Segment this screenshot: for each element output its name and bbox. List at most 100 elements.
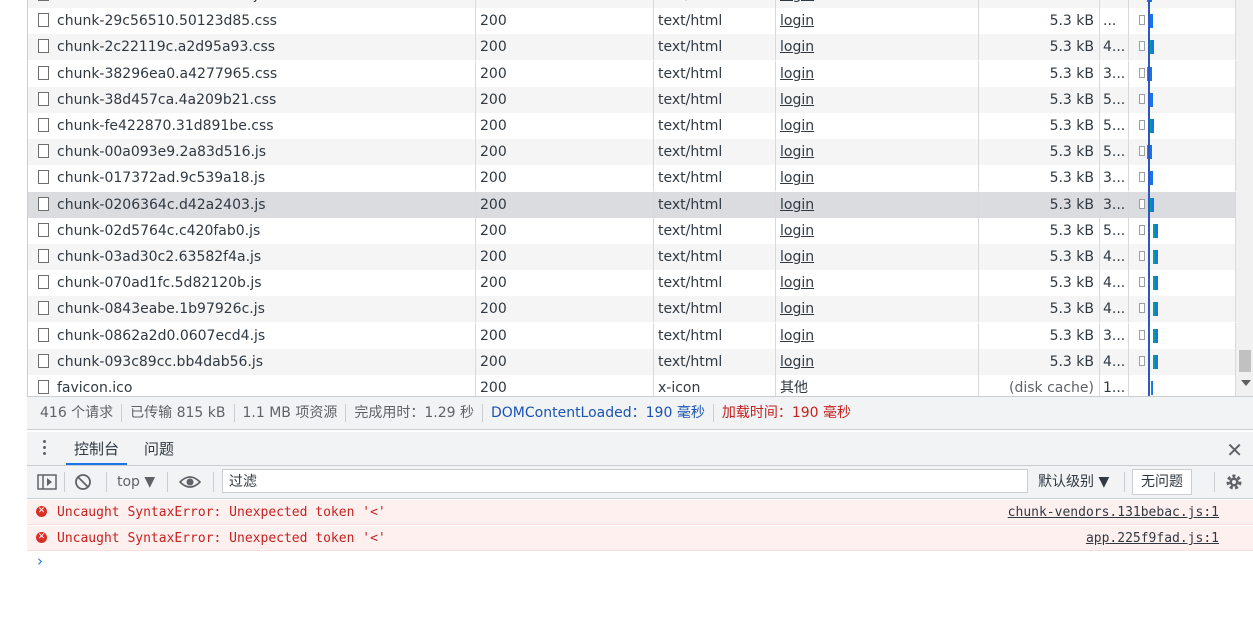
initiator-cell: login — [776, 0, 979, 8]
initiator-cell: login — [776, 191, 979, 218]
time-cell: 3... — [1100, 0, 1129, 8]
network-request-row[interactable]: chunk-38296ea0.a4277965.css 200 text/html l… — [28, 60, 1253, 87]
initiator-link[interactable]: login — [780, 118, 814, 134]
issues-button[interactable]: 无问题 — [1132, 469, 1192, 495]
initiator-link[interactable]: login — [780, 13, 814, 29]
type-cell: text/html — [654, 244, 776, 270]
type-cell: text/html — [654, 60, 776, 87]
initiator-cell: login — [776, 296, 979, 323]
request-name: chunk-0843eabe.1b97926c.js — [57, 301, 265, 318]
network-request-row[interactable]: chunk-29c56510.50123d85.css 200 text/html l… — [28, 8, 1253, 35]
initiator-cell: login — [776, 34, 979, 61]
type-cell: text/html — [654, 322, 776, 349]
initiator-cell: login — [776, 322, 979, 349]
waterfall-cell — [1129, 60, 1236, 87]
tab-console[interactable]: 控制台 — [66, 432, 128, 465]
initiator-link[interactable]: login — [780, 249, 814, 265]
request-name: chunk-03ad30c2.63582f4a.js — [57, 249, 262, 265]
waterfall-cell — [1129, 165, 1236, 192]
network-scrollbar[interactable] — [1236, 0, 1253, 396]
network-request-row[interactable]: favicon.ico 200 x-icon 其他 (disk cache) 1... — [28, 375, 1253, 396]
network-request-row[interactable]: chunk-02d5764c.c420fab0.js 200 text/html lo… — [28, 217, 1253, 244]
waterfall-queue-box — [1139, 120, 1145, 130]
network-request-row[interactable]: chunk-1c42281b.ab4e1702.js 200text/html lo… — [28, 0, 1253, 8]
status-cell: 200 — [476, 165, 654, 192]
console-prompt[interactable]: › — [37, 552, 43, 570]
type-cell: text/html — [654, 0, 776, 8]
transferred-size: 已传输 815 kB — [122, 404, 235, 422]
network-request-row[interactable]: chunk-0862a2d0.0607ecd4.js 200 text/html lo… — [28, 322, 1253, 349]
status-cell: 200 — [476, 322, 654, 349]
request-name-cell: chunk-03ad30c2.63582f4a.js — [28, 244, 476, 270]
network-request-row[interactable]: chunk-017372ad.9c539a18.js 200 text/html lo… — [28, 165, 1253, 192]
status-cell: 200 — [476, 217, 654, 244]
file-icon — [38, 144, 49, 159]
network-request-row[interactable]: chunk-00a093e9.2a83d516.js 200 text/html lo… — [28, 139, 1253, 166]
sidebar-toggle-icon[interactable] — [37, 466, 57, 498]
network-request-row[interactable]: chunk-093c89cc.bb4dab56.js 200 text/html lo… — [28, 348, 1253, 375]
request-name-cell: chunk-1c42281b.ab4e1702.js — [28, 0, 476, 8]
file-icon — [38, 196, 49, 211]
initiator-link[interactable]: login — [780, 223, 814, 239]
network-request-row[interactable]: chunk-070ad1fc.5d82120b.js 200 text/html lo… — [28, 270, 1253, 297]
initiator-link[interactable]: login — [780, 275, 814, 291]
status-cell: 200 — [476, 296, 654, 323]
waterfall-cell — [1129, 86, 1236, 113]
file-icon — [38, 275, 49, 290]
live-expression-eye-icon[interactable] — [178, 466, 202, 498]
scroll-thumb[interactable] — [1239, 350, 1251, 372]
context-selector[interactable]: top ▼ — [117, 466, 155, 498]
load-time: 加载时间：190 毫秒 — [721, 405, 851, 421]
initiator-link[interactable]: login — [780, 170, 814, 186]
error-icon: ✕ — [36, 506, 47, 517]
error-source-link[interactable]: chunk-vendors.131bebac.js:1 — [1008, 500, 1219, 525]
time-cell: ... — [1100, 8, 1129, 35]
waterfall-cell — [1129, 139, 1236, 166]
network-request-row[interactable]: chunk-0206364c.d42a2403.js 200 text/html lo… — [28, 191, 1253, 218]
console-toolbar: top ▼ 默认级别 ▼ 无问题 — [27, 466, 1253, 499]
console-error-message: ✕ Uncaught SyntaxError: Unexpected token… — [27, 526, 1253, 551]
network-request-row[interactable]: chunk-0843eabe.1b97926c.js 200 text/html lo… — [28, 296, 1253, 323]
waterfall-cell — [1129, 322, 1236, 349]
log-levels-label: 默认级别 — [1038, 474, 1094, 490]
file-icon — [38, 65, 49, 80]
scroll-down-arrow-icon[interactable] — [1241, 380, 1251, 386]
type-cell: x-icon — [654, 375, 776, 396]
initiator-link[interactable]: login — [780, 197, 814, 213]
network-request-row[interactable]: chunk-38d457ca.4a209b21.css 200 text/html l… — [28, 86, 1253, 113]
log-levels-dropdown[interactable]: 默认级别 ▼ — [1038, 466, 1109, 498]
console-filter-input[interactable] — [222, 469, 1028, 493]
initiator-cell: 其他 — [776, 375, 979, 396]
request-name: chunk-1c42281b.ab4e1702.js — [57, 0, 265, 3]
initiator-link[interactable]: login — [780, 354, 814, 370]
close-icon[interactable]: ✕ — [1226, 438, 1243, 462]
type-cell: text/html — [654, 8, 776, 35]
initiator-link[interactable]: login — [780, 66, 814, 82]
network-request-table: chunk-1c42281b.ab4e1702.js200text/htmllo… — [27, 0, 1253, 396]
error-source-link[interactable]: app.225f9fad.js:1 — [1086, 526, 1219, 551]
waterfall-cell — [1129, 244, 1236, 270]
tab-issues[interactable]: 问题 — [136, 432, 182, 465]
initiator-link[interactable]: login — [780, 92, 814, 108]
network-request-row[interactable]: chunk-fe422870.31d891be.css 200 text/html l… — [28, 113, 1253, 139]
waterfall-bar — [1153, 354, 1158, 369]
network-request-row[interactable]: chunk-03ad30c2.63582f4a.js 200 text/html lo… — [28, 244, 1253, 270]
initiator-link[interactable]: login — [780, 301, 814, 317]
request-name: favicon.ico — [57, 380, 133, 396]
initiator-link[interactable]: login — [780, 328, 814, 344]
initiator-cell: login — [776, 139, 979, 166]
kebab-menu-icon[interactable] — [43, 440, 47, 458]
size-cell: (disk cache) — [979, 375, 1100, 396]
waterfall-cell — [1129, 8, 1236, 35]
network-request-row[interactable]: chunk-2c22119c.a2d95a93.css 200 text/html l… — [28, 34, 1253, 61]
size-cell: 5.3 kB — [979, 60, 1100, 87]
initiator-link[interactable]: login — [780, 0, 814, 3]
waterfall-queue-box — [1139, 355, 1145, 366]
initiator-link[interactable]: login — [780, 39, 814, 55]
request-name: chunk-38296ea0.a4277965.css — [57, 65, 278, 82]
request-name-cell: chunk-017372ad.9c539a18.js — [28, 165, 476, 192]
initiator-link[interactable]: login — [780, 144, 814, 160]
request-name-cell: chunk-0862a2d0.0607ecd4.js — [28, 322, 476, 349]
clear-console-icon[interactable] — [74, 466, 92, 498]
settings-gear-icon[interactable] — [1224, 466, 1244, 498]
